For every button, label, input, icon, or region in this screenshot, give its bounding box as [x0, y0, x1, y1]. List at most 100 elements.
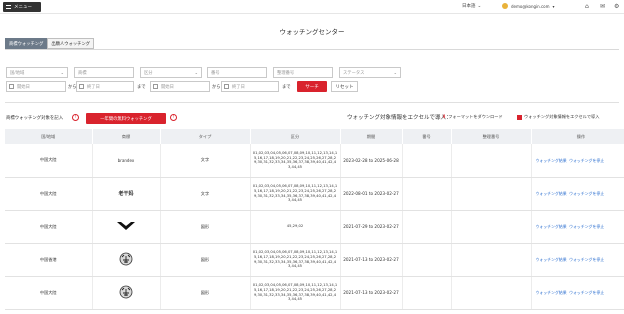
- watch-results-link[interactable]: ウォッチング結果: [536, 224, 567, 229]
- user-email: demo@kongin.com: [511, 3, 550, 9]
- stop-watch-link[interactable]: ウォッチングを停止: [569, 158, 604, 163]
- stop-watch-link[interactable]: ウォッチングを停止: [569, 191, 604, 196]
- info-icon[interactable]: !: [170, 114, 177, 121]
- cell-classes: 01,02,03,04,05,06,07,08,09,10,11,12,13,1…: [250, 243, 341, 277]
- start-date-2-placeholder: 開始日: [161, 84, 174, 90]
- watch-table-container: 国/地域 商標 タイプ 区分 期間 番号 整理番号 操作 中国大陸 brande…: [5, 129, 624, 314]
- table-row: 中国香港 図形 01,02,03,04,05,06,07,08,09,10,11…: [5, 243, 624, 277]
- stop-watch-link[interactable]: ウォッチングを停止: [569, 290, 604, 295]
- end-date-1-placeholder: 終了日: [87, 84, 100, 90]
- settings-icon[interactable]: ⚙: [614, 3, 619, 10]
- until-label: まで: [137, 85, 146, 90]
- cell-type: 図形: [160, 276, 251, 310]
- cell-operations: ウォッチング結果 ウォッチングを停止: [531, 243, 624, 277]
- until-label: まで: [282, 85, 291, 90]
- language-selector[interactable]: 日本語 ⌄: [462, 3, 482, 10]
- tab-trademark-watch[interactable]: 商標ウォッチング: [5, 38, 48, 49]
- top-bar: メニュー 日本語 ⌄ demo@kongin.com ▾ ⌂ ✉ ⚙: [0, 0, 624, 14]
- end-date-2-placeholder: 終了日: [232, 84, 245, 90]
- watch-results-link[interactable]: ウォッチング結果: [536, 191, 567, 196]
- reset-button[interactable]: リセット: [331, 81, 358, 92]
- page-title: ウォッチングセンター: [279, 28, 345, 36]
- cell-country: 中国大陸: [5, 144, 93, 178]
- cell-mark: [92, 276, 161, 310]
- end-date-2[interactable]: 終了日: [221, 81, 279, 92]
- table-row: 中国大陸 brandex 文字 01,02,03,04,05,06,07,08,…: [5, 144, 624, 178]
- cell-operations: ウォッチング結果 ウォッチングを停止: [531, 144, 624, 178]
- info-icon[interactable]: !: [72, 114, 79, 121]
- stop-watch-link[interactable]: ウォッチングを停止: [569, 257, 604, 262]
- cell-period: 2023-02-28 to 2025-06-28: [340, 144, 403, 178]
- cell-period: 2022-08-01 to 2023-02-27: [340, 177, 403, 211]
- cell-type: 図形: [160, 243, 251, 277]
- home-icon[interactable]: ⌂: [585, 3, 589, 10]
- cell-country: 中国大陸: [5, 210, 93, 244]
- header-management-number: 整理番号: [451, 129, 532, 144]
- tiger-logo-image: [119, 252, 133, 266]
- tiger-logo-image: [119, 285, 133, 299]
- end-date-1[interactable]: 終了日: [76, 81, 134, 92]
- free-watch-button[interactable]: 一年間の無料ウォッチング: [86, 113, 166, 124]
- avatar: [502, 3, 508, 9]
- caret-down-icon: ▾: [552, 3, 555, 9]
- hamburger-icon: [6, 5, 11, 9]
- menu-button[interactable]: メニュー: [3, 2, 41, 12]
- country-placeholder: 国/地域: [10, 70, 25, 76]
- tab-applicant-watch[interactable]: 出願人ウォッチング: [47, 38, 95, 49]
- watch-results-link[interactable]: ウォッチング結果: [536, 290, 567, 295]
- section-divider: [5, 102, 619, 103]
- header-mark: 商標: [92, 129, 161, 144]
- cell-country: 中国香港: [5, 243, 93, 277]
- country-select[interactable]: 国/地域 ⌄: [6, 67, 68, 78]
- calendar-icon: [9, 84, 14, 89]
- status-placeholder: ステータス: [343, 70, 365, 76]
- cell-management-number: [451, 144, 532, 178]
- header-period: 期間: [340, 129, 403, 144]
- calendar-icon: [153, 84, 158, 89]
- header-class: 区分: [250, 129, 341, 144]
- watch-results-link[interactable]: ウォッチング結果: [536, 257, 567, 262]
- cell-operations: ウォッチング結果 ウォッチングを停止: [531, 210, 624, 244]
- number-input[interactable]: 番号: [207, 67, 267, 78]
- tab-divider: [5, 49, 619, 50]
- table-row: 中国大陸 図形 01,02,03,04,05,06,07,08,09,10,11…: [5, 276, 624, 310]
- table-row: 中国大陸 図形 45,29,02 2021-07-29 to 2023-02-2…: [5, 210, 624, 244]
- chevron-down-icon: ⌄: [477, 3, 482, 9]
- start-date-1-placeholder: 開始日: [17, 84, 30, 90]
- mark-input[interactable]: 商標: [74, 67, 134, 78]
- upload-icon: [517, 114, 522, 120]
- cell-type: 図形: [160, 210, 251, 244]
- eagle-logo-image: [117, 222, 135, 230]
- search-button[interactable]: サーチ: [297, 81, 327, 92]
- cell-period: 2021-07-29 to 2023-02-27: [340, 210, 403, 244]
- excel-import-label: ウォッチング対象情報をエクセルで導入：: [347, 115, 452, 121]
- chevron-down-icon: ⌄: [60, 70, 64, 75]
- stop-watch-link[interactable]: ウォッチングを停止: [569, 224, 604, 229]
- start-date-2[interactable]: 開始日: [150, 81, 210, 92]
- calendar-icon: [224, 84, 229, 89]
- download-format-label: フォーマットをダウンロード: [448, 114, 503, 119]
- menu-label: メニュー: [14, 5, 32, 10]
- excel-upload-link[interactable]: ウォッチング対象情報をエクセルで導入: [517, 114, 599, 120]
- bulk-register-link[interactable]: 商標ウォッチング対象を記入: [6, 115, 63, 121]
- chevron-down-icon: ⌄: [194, 70, 198, 75]
- cell-management-number: [451, 210, 532, 244]
- download-format-link[interactable]: ⬇ フォーマットをダウンロード: [442, 114, 503, 120]
- start-date-1[interactable]: 開始日: [6, 81, 66, 92]
- header-country: 国/地域: [5, 129, 93, 144]
- class-select[interactable]: 区分 ⌄: [140, 67, 202, 78]
- download-icon: ⬇: [442, 114, 447, 120]
- cell-period: 2021-07-13 to 2023-02-27: [340, 243, 403, 277]
- status-select[interactable]: ステータス ⌄: [339, 67, 401, 78]
- cell-country: 中国大陸: [5, 276, 93, 310]
- cell-type: 文字: [160, 144, 251, 178]
- watch-results-link[interactable]: ウォッチング結果: [536, 158, 567, 163]
- mark-text: 老干妈: [118, 191, 134, 197]
- cell-mark: [92, 210, 161, 244]
- number-placeholder: 番号: [211, 70, 220, 76]
- management-number-placeholder: 整理番号: [277, 70, 295, 76]
- user-menu[interactable]: demo@kongin.com ▾: [502, 3, 555, 9]
- management-number-input[interactable]: 整理番号: [273, 67, 333, 78]
- cell-country: 中国大陸: [5, 177, 93, 211]
- mail-icon[interactable]: ✉: [600, 3, 605, 10]
